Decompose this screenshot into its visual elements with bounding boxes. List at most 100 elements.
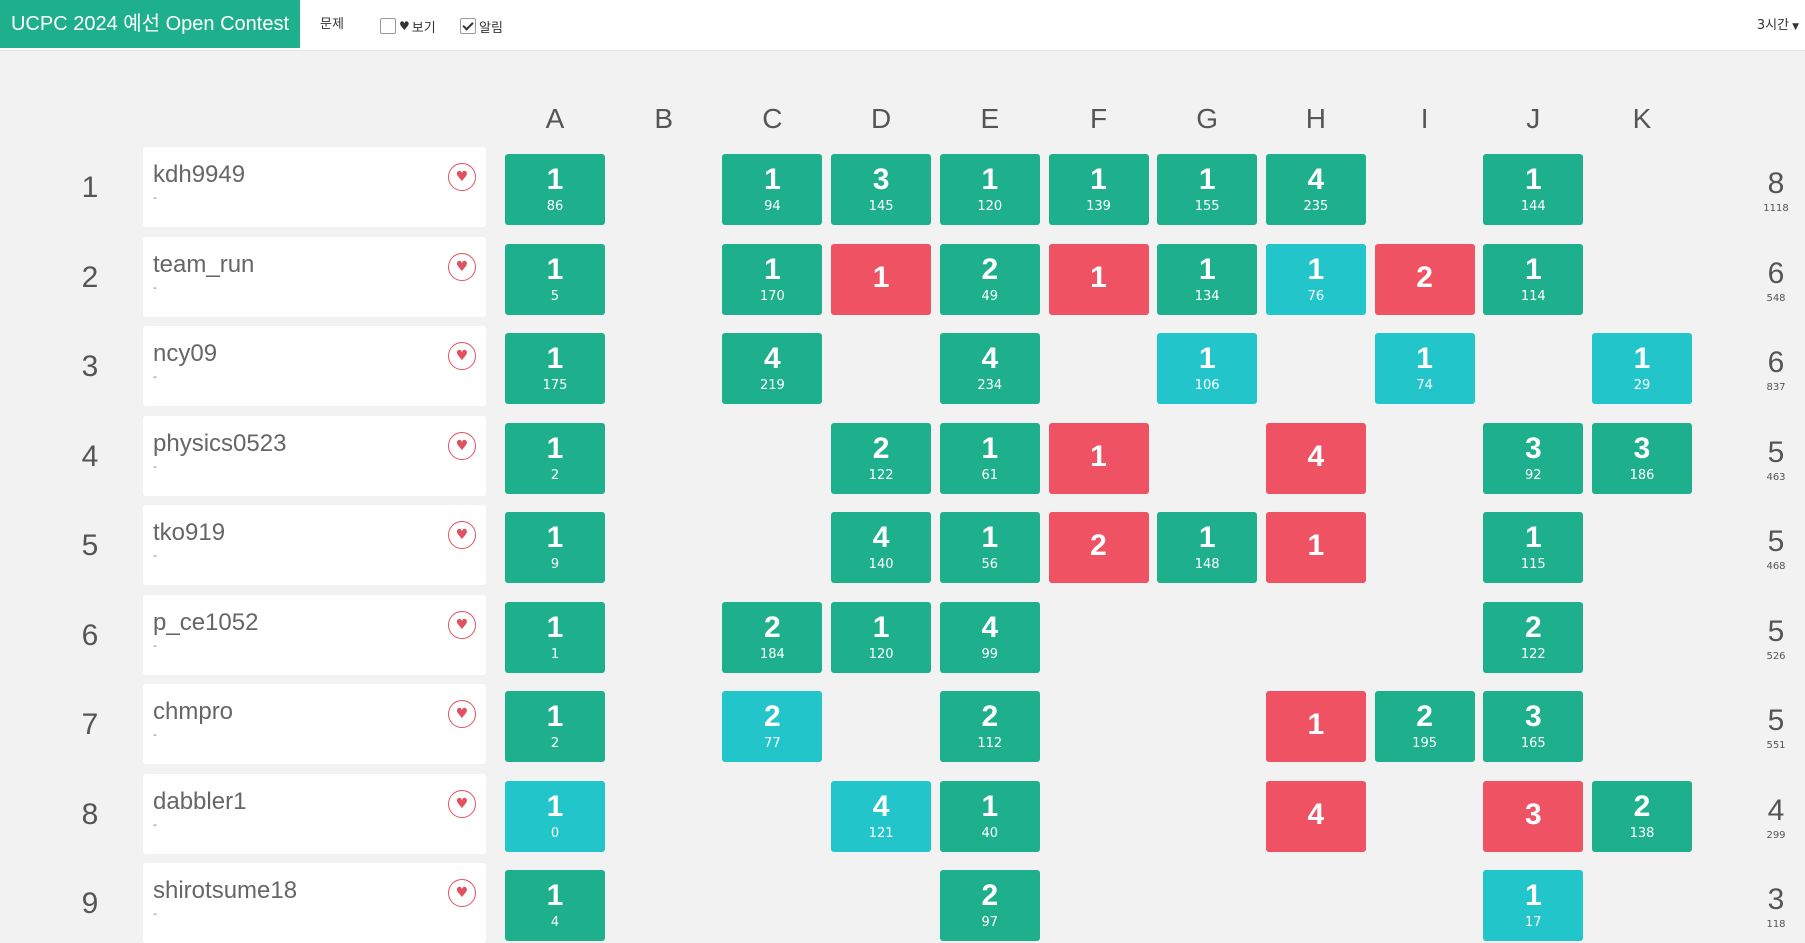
problem-cell-d[interactable]: 2 122: [831, 422, 932, 494]
favorite-heart-icon[interactable]: ♥: [448, 163, 476, 191]
problem-cell-c[interactable]: 1 94: [722, 154, 823, 225]
favorite-heart-icon[interactable]: ♥: [448, 879, 476, 907]
column-header-j[interactable]: J: [1483, 103, 1583, 135]
solve-time: 122: [868, 467, 894, 483]
problem-cell-k[interactable]: 2 138: [1592, 780, 1692, 852]
problem-cell-j[interactable]: 1 115: [1483, 512, 1584, 583]
problem-cell-a[interactable]: 1 175: [505, 333, 605, 404]
problem-cell-g[interactable]: 1 134: [1157, 243, 1258, 315]
team-name[interactable]: physics0523: [153, 430, 286, 458]
favorite-heart-icon[interactable]: ♥: [448, 342, 476, 370]
problem-cell-c[interactable]: 1 170: [722, 243, 823, 315]
problem-cell-a[interactable]: 12: [505, 422, 605, 494]
problem-cell-j[interactable]: 2 122: [1483, 601, 1584, 673]
problem-cell-d[interactable]: 4 140: [831, 512, 932, 583]
team-name[interactable]: dabbler1: [153, 788, 246, 816]
problem-cell-i[interactable]: 2: [1374, 243, 1475, 315]
problem-cell-j[interactable]: 1 17: [1483, 870, 1584, 941]
problem-menu-link[interactable]: 문제: [320, 13, 344, 32]
problem-cell-f[interactable]: 1 139: [1048, 154, 1149, 225]
problem-cell-e[interactable]: 4 99: [939, 601, 1040, 673]
problem-cell-h[interactable]: 4: [1265, 422, 1366, 494]
problem-cell-e[interactable]: 1 120: [939, 154, 1040, 225]
problem-cell-d[interactable]: 1: [831, 243, 932, 315]
view-checkbox-box[interactable]: [380, 18, 396, 34]
problem-cell-a[interactable]: 12: [505, 691, 605, 762]
problem-cell-c[interactable]: 4 219: [722, 333, 823, 404]
column-header-b[interactable]: B: [614, 103, 714, 135]
solve-time: 94: [764, 199, 781, 214]
favorite-heart-icon[interactable]: ♥: [448, 610, 476, 639]
problem-cell-a[interactable]: 10: [505, 780, 605, 852]
problem-cell-k[interactable]: 1 29: [1592, 333, 1692, 404]
favorite-heart-icon[interactable]: ♥: [448, 431, 476, 460]
problem-cell-e[interactable]: 2 49: [939, 243, 1040, 315]
problem-cell-f[interactable]: 2: [1048, 512, 1149, 583]
problem-cell-f[interactable]: 1: [1048, 243, 1149, 315]
solve-time: 145: [868, 199, 894, 214]
solve-time: 0: [550, 825, 560, 841]
notify-checkbox-box[interactable]: [460, 18, 476, 34]
problem-cell-h[interactable]: 4 235: [1265, 154, 1366, 225]
problem-cell-h[interactable]: 1 76: [1265, 243, 1366, 315]
problem-cell-h[interactable]: 1: [1265, 691, 1366, 762]
problem-cell-a[interactable]: 1 86: [505, 154, 605, 225]
favorite-heart-icon[interactable]: ♥: [448, 521, 476, 549]
problem-cell-e[interactable]: 1 40: [939, 780, 1040, 852]
problem-cell-e[interactable]: 2 112: [939, 691, 1040, 762]
team-name[interactable]: tko919: [153, 519, 225, 547]
team-name[interactable]: shirotsume18: [153, 877, 297, 905]
favorite-heart-icon[interactable]: ♥: [448, 700, 476, 728]
attempt-count: 1: [546, 252, 564, 286]
problem-cell-d[interactable]: 4 121: [831, 780, 932, 852]
problem-cell-c[interactable]: 2 184: [722, 601, 823, 673]
problem-cell-g[interactable]: 1 106: [1157, 333, 1258, 404]
problem-cell-j[interactable]: 3 165: [1483, 691, 1584, 762]
problem-cell-g[interactable]: 1 155: [1157, 154, 1258, 225]
problem-cell-c[interactable]: 2 77: [722, 691, 823, 762]
column-header-d[interactable]: D: [831, 103, 931, 135]
problem-cell-e[interactable]: 4 234: [939, 333, 1040, 404]
problem-cell-k[interactable]: 3 186: [1592, 422, 1692, 494]
team-name[interactable]: p_ce1052: [153, 609, 258, 637]
column-header-h[interactable]: H: [1266, 103, 1366, 135]
team-name[interactable]: chmpro: [153, 698, 233, 726]
problem-cell-j[interactable]: 1 144: [1483, 154, 1584, 225]
column-header-k[interactable]: K: [1592, 103, 1692, 135]
column-header-g[interactable]: G: [1157, 103, 1257, 135]
column-header-f[interactable]: F: [1049, 103, 1149, 135]
column-header-e[interactable]: E: [940, 103, 1040, 135]
column-header-c[interactable]: C: [722, 103, 822, 135]
team-name[interactable]: kdh9949: [153, 161, 245, 189]
column-header-i[interactable]: I: [1375, 103, 1475, 135]
problem-cell-f[interactable]: 1: [1048, 422, 1149, 494]
view-favorites-checkbox[interactable]: ♥ 보기: [380, 17, 436, 36]
problem-cell-e[interactable]: 1 56: [939, 512, 1040, 583]
contest-title[interactable]: UCPC 2024 예선 Open Contest: [0, 0, 300, 48]
attempt-count: 4: [764, 342, 781, 375]
problem-cell-g[interactable]: 1 148: [1157, 512, 1258, 583]
problem-cell-j[interactable]: 3: [1483, 780, 1584, 852]
team-name[interactable]: team_run: [153, 251, 254, 279]
favorite-heart-icon[interactable]: ♥: [448, 252, 476, 281]
problem-cell-e[interactable]: 2 97: [939, 870, 1040, 941]
notify-checkbox[interactable]: 알림: [460, 17, 503, 36]
problem-cell-d[interactable]: 1 120: [831, 601, 932, 673]
problem-cell-i[interactable]: 1 74: [1374, 333, 1475, 404]
problem-cell-a[interactable]: 14: [505, 870, 605, 941]
problem-cell-e[interactable]: 1 61: [939, 422, 1040, 494]
time-select-dropdown[interactable]: 3시간 ▼: [1757, 14, 1799, 33]
problem-cell-h[interactable]: 1: [1265, 512, 1366, 583]
problem-cell-h[interactable]: 4: [1265, 780, 1366, 852]
team-name[interactable]: ncy09: [153, 340, 217, 368]
problem-cell-j[interactable]: 3 92: [1483, 422, 1584, 494]
column-header-a[interactable]: A: [505, 103, 605, 135]
favorite-heart-icon[interactable]: ♥: [448, 789, 476, 818]
problem-cell-a[interactable]: 19: [505, 512, 605, 583]
rank-number: 2: [81, 260, 99, 294]
problem-cell-a[interactable]: 11: [505, 601, 605, 673]
problem-cell-d[interactable]: 3 145: [831, 154, 932, 225]
problem-cell-i[interactable]: 2 195: [1374, 691, 1475, 762]
problem-cell-a[interactable]: 15: [505, 243, 605, 315]
problem-cell-j[interactable]: 1 114: [1483, 243, 1584, 315]
